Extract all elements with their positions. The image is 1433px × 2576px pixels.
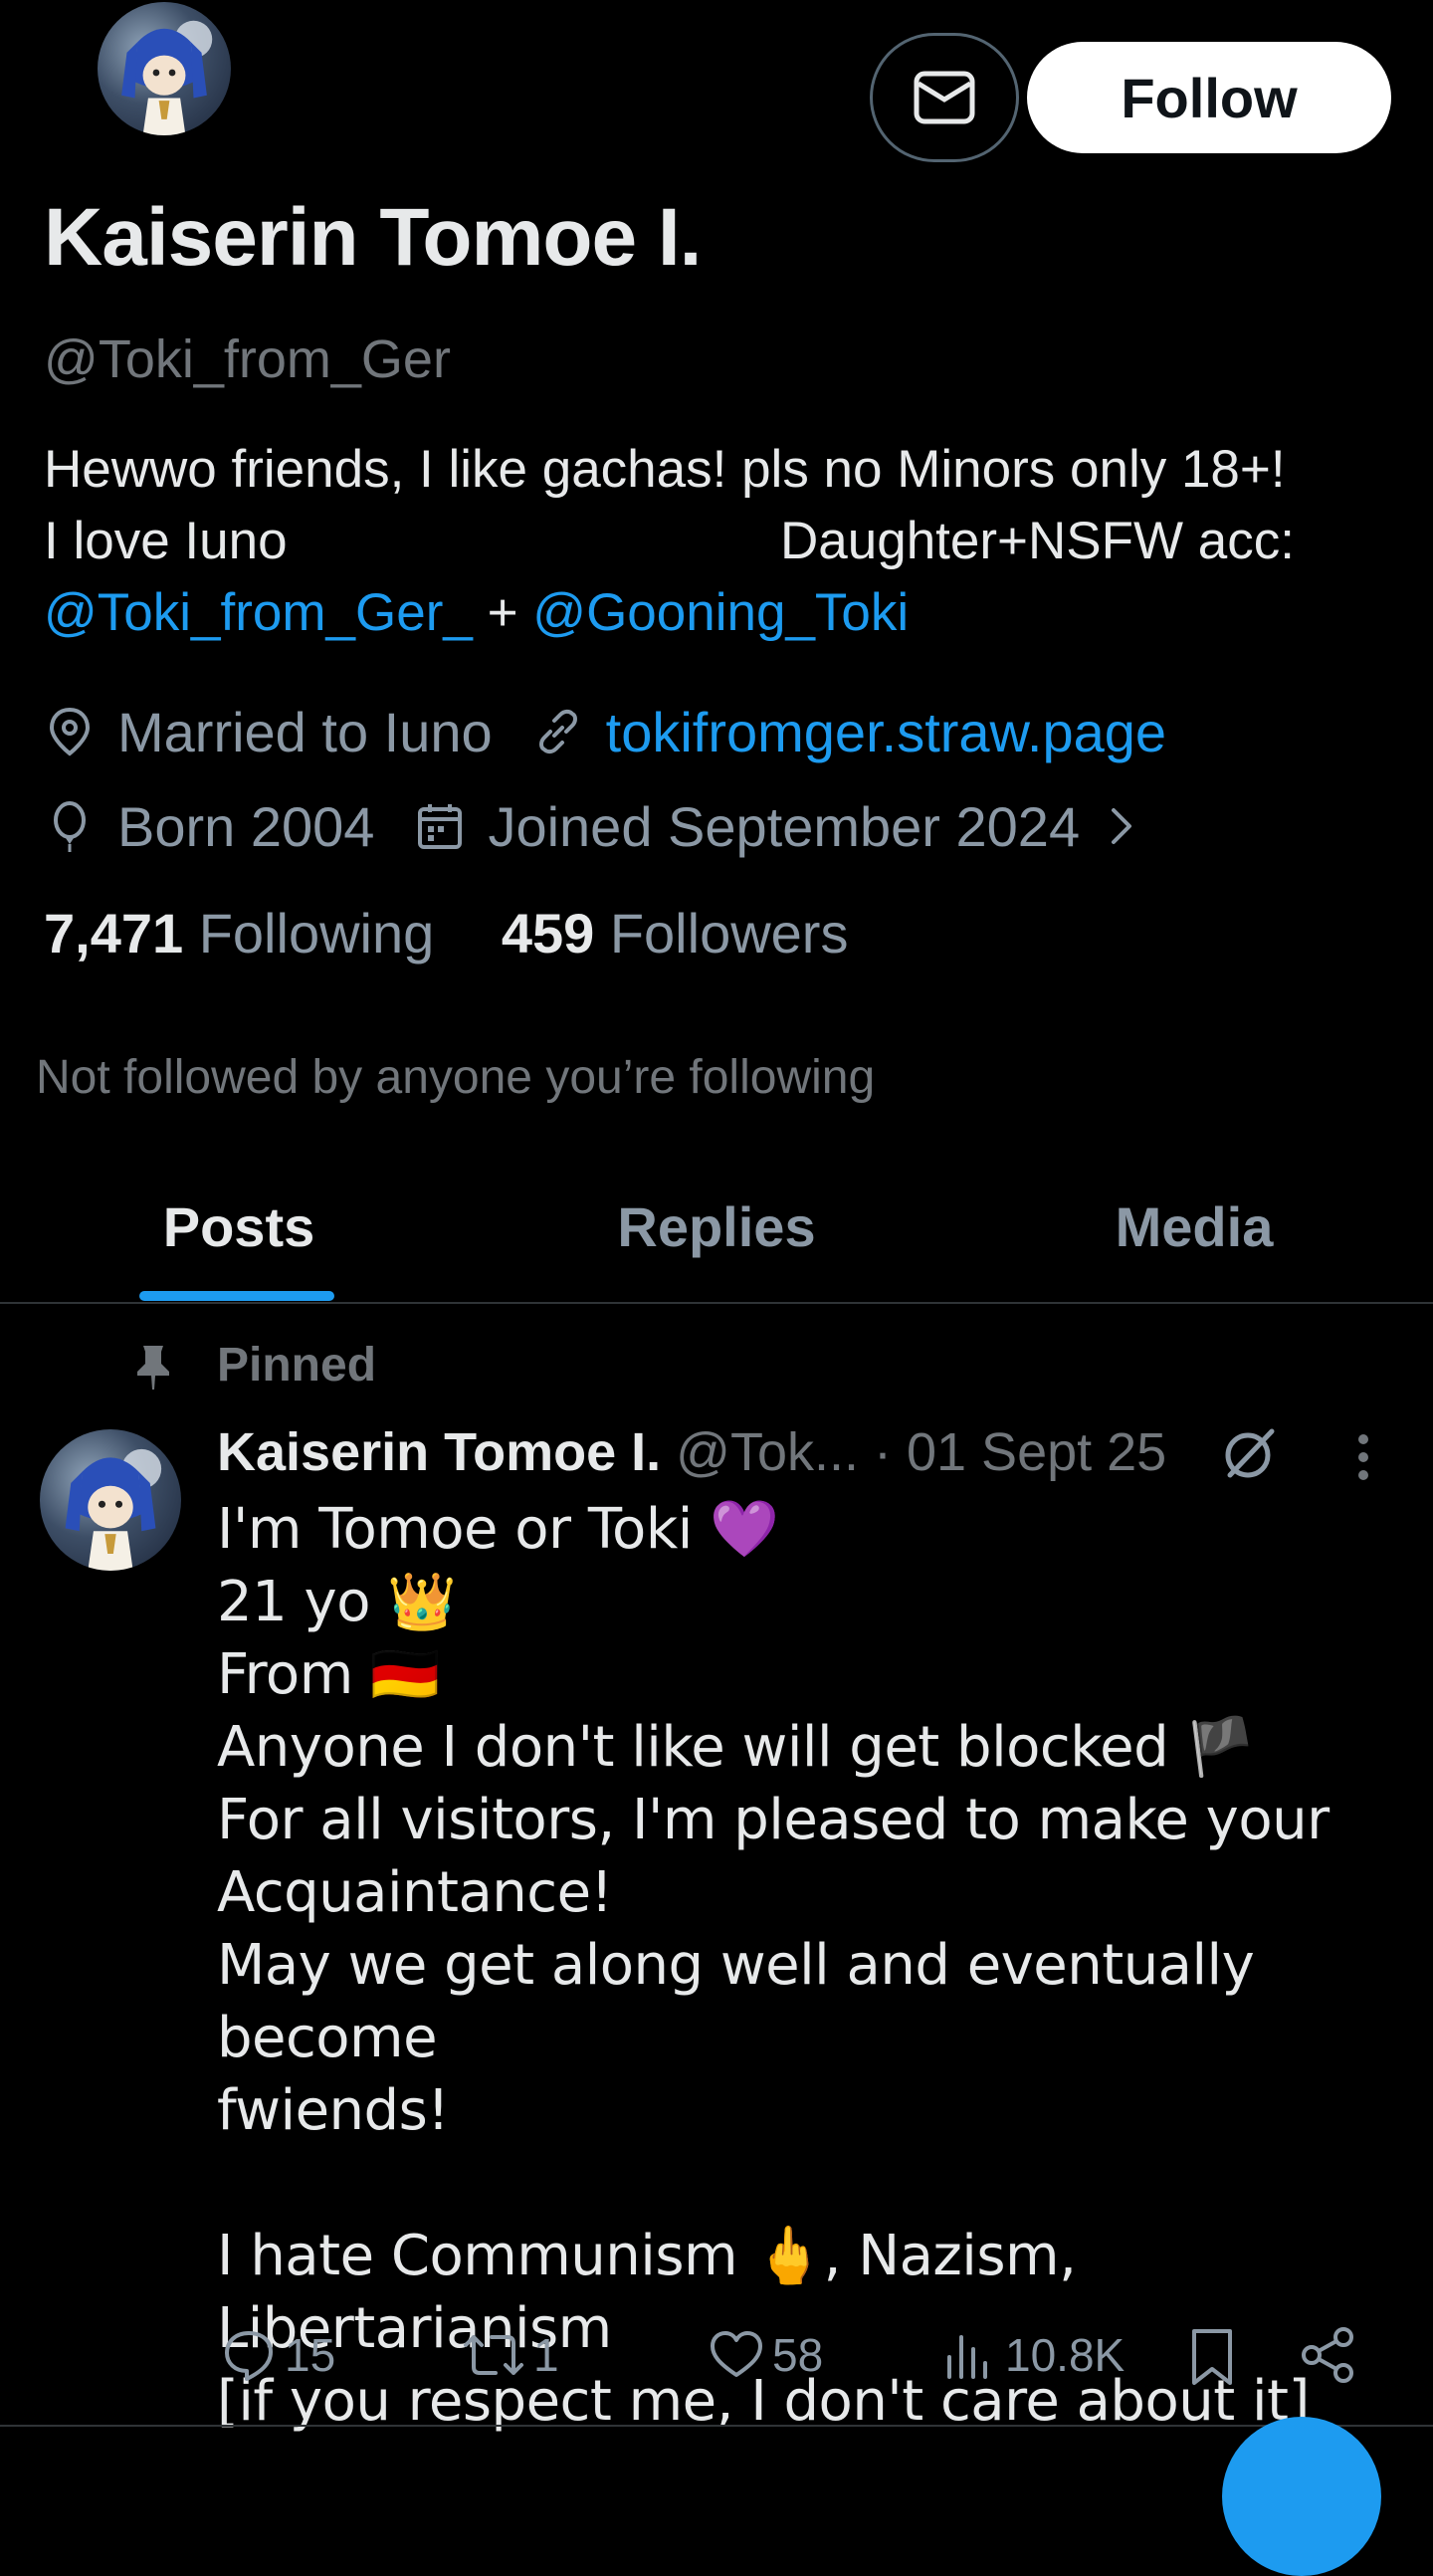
message-button[interactable] [870,33,1019,162]
not-followed-notice: Not followed by anyone you’re following [36,1051,876,1104]
share-icon[interactable] [1298,2325,1357,2385]
bio-line-2: I love Iuno Daughter+NSFW acc: [44,506,1407,577]
chevron-right-icon[interactable] [1102,800,1141,852]
bio-line-2-right: Daughter+NSFW acc: [780,512,1295,570]
location-pin-icon [49,707,91,756]
post-divider [0,2425,1433,2427]
compose-fab[interactable] [1222,2417,1381,2576]
pinned-label: Pinned [217,1339,377,1392]
tab-media[interactable]: Media [1045,1194,1343,1259]
profile-birth: Born 2004 [117,794,375,858]
post-text: I'm Tomoe or Toki 💜 21 yo 👑 From 🇩🇪 Anyo… [217,1497,1330,2434]
active-tab-indicator [139,1291,334,1301]
post-author-avatar[interactable] [40,1429,181,1571]
profile-display-name: Kaiserin Tomoe I. [44,192,702,283]
pin-icon [137,1346,169,1390]
profile-meta-row-2: Born 2004 Joined September 2024 [44,791,1141,861]
repost-button[interactable]: 1 [462,2327,559,2383]
reply-count: 15 [285,2329,336,2381]
followers-label: Followers [609,902,849,965]
post-author-handle[interactable]: @Tok... [676,1422,859,1482]
tab-posts[interactable]: Posts [90,1194,388,1259]
tabs-divider [0,1302,1433,1304]
followers-link[interactable]: 459 Followers [502,902,849,965]
mail-icon [914,71,975,124]
post-author-name[interactable]: Kaiserin Tomoe I. [217,1422,661,1482]
profile-website-link[interactable]: tokifromger.straw.page [606,700,1166,764]
profile-location: Married to Iuno [117,700,493,763]
post-date[interactable]: · 01 Sept 25 [874,1422,1166,1482]
following-label: Following [198,902,435,965]
views-count: 10.8K [1005,2329,1126,2381]
bio-line-3: @Toki_from_Ger_ + @Gooning_Toki [44,577,1407,649]
more-icon[interactable] [1353,1427,1373,1487]
reply-button[interactable]: 15 [221,2327,335,2383]
repost-icon [464,2335,523,2375]
profile-joined: Joined September 2024 [488,794,1081,858]
bio-mention-2[interactable]: @Gooning_Toki [532,583,909,642]
followers-count: 459 [501,902,595,965]
views-button[interactable]: 10.8K [941,2327,1125,2383]
reply-icon [225,2331,273,2381]
bookmark-icon[interactable] [1186,2327,1238,2387]
profile-handle: @Toki_from_Ger [44,329,451,389]
avatar-illustration [65,1448,162,1571]
birthday-balloon-icon [54,801,86,852]
following-count: 7,471 [44,902,184,965]
post-header: Kaiserin Tomoe I. @Tok... · 01 Sept 25 [217,1421,1166,1483]
like-icon [711,2331,762,2377]
bio-line-2-left: I love Iuno [44,512,288,570]
profile-bio: Hewwo friends, I like gachas! pls no Min… [44,434,1407,649]
bio-line-1: Hewwo friends, I like gachas! pls no Min… [44,440,1286,499]
bio-joiner: + [487,583,518,642]
tab-replies[interactable]: Replies [567,1194,866,1259]
like-count: 58 [772,2329,824,2381]
like-button[interactable]: 58 [709,2327,823,2383]
profile-avatar[interactable] [98,2,231,135]
profile-meta-row-1: Married to Iuno tokifromger.straw.page [44,697,1166,766]
following-link[interactable]: 7,471 Following [44,902,450,965]
views-icon [947,2335,987,2379]
calendar-icon [418,804,463,849]
link-icon [538,709,577,754]
follow-button[interactable]: Follow [1027,42,1391,153]
repost-count: 1 [533,2329,559,2381]
bio-mention-1[interactable]: @Toki_from_Ger_ [44,583,473,642]
grok-icon[interactable] [1220,1423,1280,1483]
follow-counts: 7,471 Following 459 Followers [44,901,848,966]
avatar-illustration [121,20,213,135]
